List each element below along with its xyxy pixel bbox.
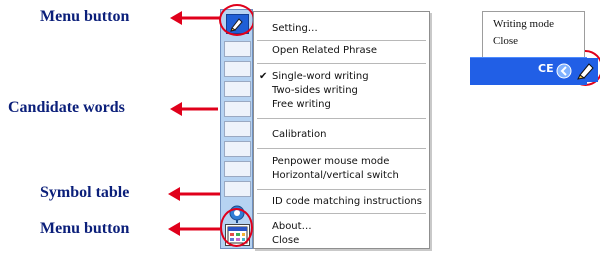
tray-menu-item-close[interactable]: Close (493, 35, 518, 47)
candidate-word-slot-1[interactable] (224, 41, 251, 57)
candidate-word-slot-3[interactable] (224, 81, 251, 97)
highlight-circle-bottom (220, 208, 253, 247)
menu-item-calibration[interactable]: Calibration (254, 128, 429, 142)
menu-item-two-sides-writing[interactable]: Two-sides writing (254, 84, 429, 98)
candidate-word-slot-4[interactable] (224, 101, 251, 117)
menu-item-close[interactable]: Close (254, 234, 429, 248)
callout-menu-button-bottom: Menu button (40, 220, 130, 237)
menu-separator (257, 118, 426, 119)
menu-item-id-code-instructions[interactable]: ID code matching instructions (254, 195, 429, 209)
candidate-word-slot-2[interactable] (224, 61, 251, 77)
candidate-word-slot-8[interactable] (224, 181, 251, 197)
candidate-word-slot-7[interactable] (224, 161, 251, 177)
menu-item-single-word-writing[interactable]: ✔ Single-word writing (254, 70, 429, 84)
tray-chevron-icon[interactable] (555, 62, 573, 80)
candidate-word-slot-5[interactable] (224, 121, 251, 137)
callout-menu-button-top: Menu button (40, 8, 130, 25)
menu-item-about[interactable]: About… (254, 220, 429, 234)
tray-menu-item-writing-mode[interactable]: Writing mode (493, 18, 554, 30)
context-menu: Setting… Open Related Phrase ✔ Single-wo… (253, 11, 430, 249)
menu-item-penpower-mouse-mode[interactable]: Penpower mouse mode (254, 155, 429, 169)
arrow-menu-button-bottom (168, 222, 226, 236)
checkmark-icon: ✔ (259, 71, 268, 82)
menu-item-open-related-phrase[interactable]: Open Related Phrase (254, 44, 429, 58)
menu-separator (257, 40, 426, 41)
callout-candidate-words: Candidate words (8, 99, 125, 116)
pen-icon (574, 58, 598, 82)
menu-separator (257, 148, 426, 149)
highlight-circle-top (219, 4, 255, 36)
menu-separator (257, 213, 426, 214)
menu-item-free-writing[interactable]: Free writing (254, 98, 429, 112)
tray-input-indicator[interactable]: CE (538, 62, 554, 75)
arrow-symbol-table (168, 187, 226, 201)
menu-separator (257, 189, 426, 190)
menu-item-horizontal-vertical-switch[interactable]: Horizontal/vertical switch (254, 169, 429, 183)
arrow-candidate-words (170, 102, 218, 116)
candidate-word-slot-6[interactable] (224, 141, 251, 157)
callout-symbol-table: Symbol table (40, 184, 130, 201)
menu-separator (257, 63, 426, 64)
menu-item-setting[interactable]: Setting… (254, 22, 429, 36)
menu-item-label: Single-word writing (272, 71, 369, 82)
tray-penpower-icon[interactable] (574, 58, 598, 82)
